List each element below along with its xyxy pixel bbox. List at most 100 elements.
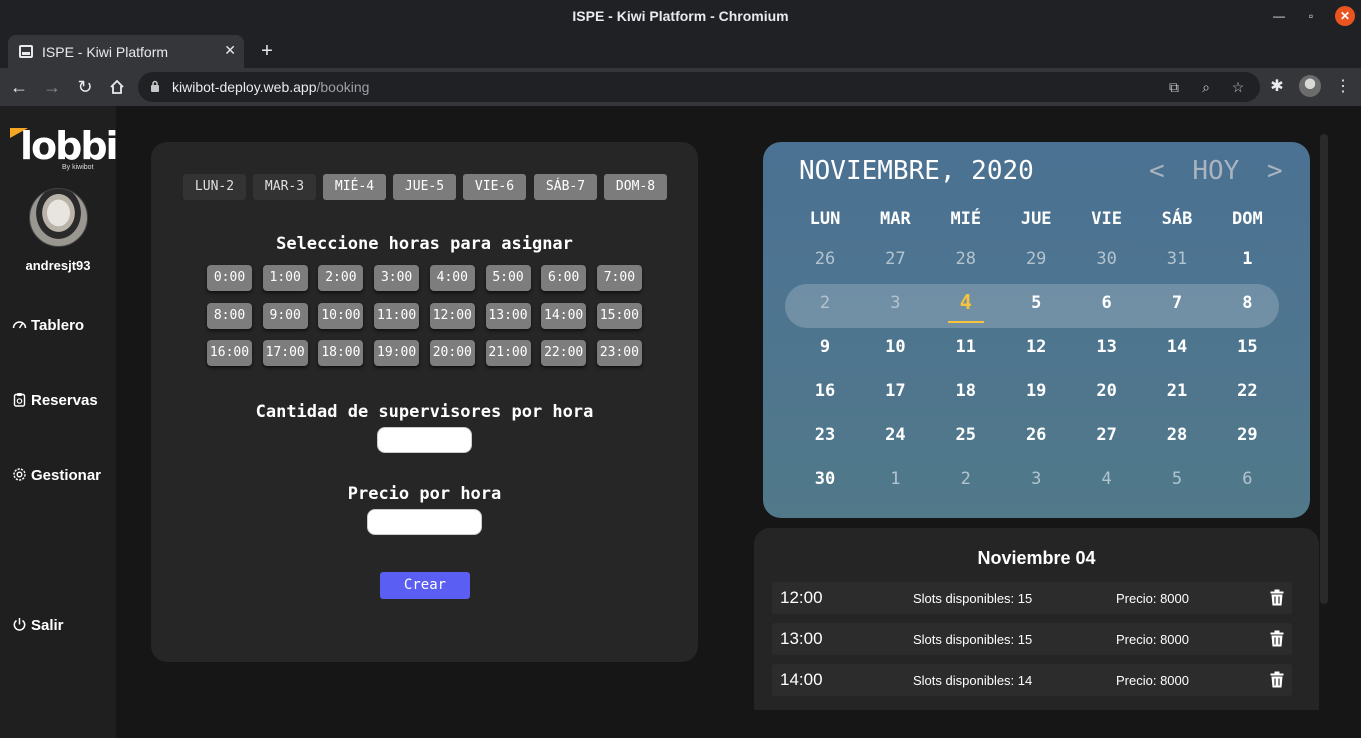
home-icon[interactable] [104,74,130,100]
calendar-day[interactable]: 20 [1077,381,1137,401]
browser-tab[interactable]: ISPE - Kiwi Platform ✕ [8,35,244,68]
calendar-day[interactable]: 29 [1217,425,1277,445]
translate-icon[interactable]: ⧉ [1164,77,1184,97]
calendar-day[interactable]: 3 [865,293,925,313]
day-pill-mie-4[interactable]: MIÉ-4 [323,174,386,200]
hour-button[interactable]: 14:00 [541,302,587,329]
day-pill-lun-2[interactable]: LUN-2 [183,174,246,200]
browser-profile-avatar[interactable] [1299,75,1321,97]
hour-button[interactable]: 12:00 [429,302,475,329]
calendar-day[interactable]: 14 [1147,337,1207,357]
calendar-today-button[interactable]: HOY [1192,156,1239,186]
calendar-day[interactable]: 31 [1147,249,1207,269]
tab-close-icon[interactable]: ✕ [224,42,236,59]
calendar-day[interactable]: 1 [865,469,925,489]
calendar-day[interactable]: 17 [865,381,925,401]
calendar-day[interactable]: 12 [1006,337,1066,357]
calendar-day[interactable]: 9 [795,337,855,357]
sidebar-item-gestionar[interactable]: Gestionar [12,467,101,484]
hour-button[interactable]: 4:00 [429,265,475,291]
trash-icon[interactable] [1270,589,1284,606]
create-button[interactable]: Crear [380,572,470,599]
back-icon[interactable]: ← [6,74,32,100]
hour-button[interactable]: 8:00 [207,302,252,329]
hour-button[interactable]: 22:00 [541,340,587,366]
calendar-day[interactable]: 7 [1147,293,1207,313]
calendar-day[interactable]: 5 [1006,293,1066,313]
extensions-icon[interactable]: ✱ [1266,76,1288,98]
new-tab-icon[interactable]: + [256,40,278,62]
sidebar-item-salir[interactable]: Salir [12,617,64,634]
day-pill-vie-6[interactable]: VIE-6 [463,174,526,200]
hour-button[interactable]: 10:00 [318,302,364,329]
minimize-icon[interactable]: — [1269,6,1289,26]
hour-button[interactable]: 21:00 [485,340,531,366]
calendar-day[interactable]: 28 [1147,425,1207,445]
hour-button[interactable]: 3:00 [374,265,420,291]
hour-button[interactable]: 16:00 [207,340,252,366]
calendar-day[interactable]: 15 [1217,337,1277,357]
maximize-icon[interactable]: ▫ [1301,6,1321,26]
hour-button[interactable]: 7:00 [596,265,642,291]
calendar-day[interactable]: 5 [1147,469,1207,489]
calendar-day[interactable]: 2 [795,293,855,313]
calendar-day[interactable]: 25 [936,425,996,445]
hour-button[interactable]: 5:00 [485,265,531,291]
day-pill-jue-5[interactable]: JUE-5 [393,174,456,200]
calendar-day-today[interactable]: 4 [936,290,996,314]
calendar-day[interactable]: 21 [1147,381,1207,401]
calendar-next-button[interactable]: > [1267,156,1283,186]
hour-button[interactable]: 18:00 [318,340,364,366]
calendar-day[interactable]: 2 [936,469,996,489]
day-pill-dom-8[interactable]: DOM-8 [604,174,667,200]
hour-button[interactable]: 6:00 [541,265,587,291]
hour-button[interactable]: 11:00 [374,302,420,329]
hour-button[interactable]: 13:00 [485,302,531,329]
calendar-day[interactable]: 28 [936,249,996,269]
sidebar-item-reservas[interactable]: Reservas [12,392,98,409]
calendar-day[interactable]: 13 [1077,337,1137,357]
calendar-day[interactable]: 29 [1006,249,1066,269]
calendar-day[interactable]: 22 [1217,381,1277,401]
supervisors-input[interactable] [377,427,472,453]
hour-button[interactable]: 17:00 [262,340,308,366]
calendar-day[interactable]: 3 [1006,469,1066,489]
calendar-day[interactable]: 16 [795,381,855,401]
hour-button[interactable]: 0:00 [207,265,252,291]
calendar-day[interactable]: 30 [795,469,855,489]
calendar-day[interactable]: 11 [936,337,996,357]
page-scrollbar[interactable] [1320,134,1328,604]
hour-button[interactable]: 23:00 [596,340,642,366]
calendar-day[interactable]: 24 [865,425,925,445]
sidebar-item-tablero[interactable]: Tablero [12,317,84,334]
browser-menu-icon[interactable]: ⋮ [1332,76,1354,98]
calendar-day[interactable]: 4 [1077,469,1137,489]
calendar-day[interactable]: 1 [1217,249,1277,269]
calendar-day[interactable]: 6 [1217,469,1277,489]
day-pill-sab-7[interactable]: SÁB-7 [534,174,597,200]
calendar-day[interactable]: 18 [936,381,996,401]
calendar-day[interactable]: 19 [1006,381,1066,401]
calendar-day[interactable]: 8 [1217,293,1277,313]
calendar-day[interactable]: 26 [795,249,855,269]
calendar-day[interactable]: 27 [865,249,925,269]
hour-button[interactable]: 1:00 [262,265,308,291]
hour-button[interactable]: 9:00 [262,302,308,329]
hour-button[interactable]: 2:00 [318,265,364,291]
address-bar[interactable]: kiwibot-deploy.web.app/booking ⧉ ⌕ ☆ [138,72,1260,102]
close-window-icon[interactable]: ✕ [1335,6,1355,26]
reload-icon[interactable]: ↻ [72,74,98,100]
calendar-day[interactable]: 26 [1006,425,1066,445]
trash-icon[interactable] [1270,671,1284,688]
calendar-day[interactable]: 27 [1077,425,1137,445]
bookmark-star-icon[interactable]: ☆ [1228,77,1248,97]
calendar-day[interactable]: 30 [1077,249,1137,269]
calendar-day[interactable]: 6 [1077,293,1137,313]
hour-button[interactable]: 20:00 [429,340,475,366]
calendar-day[interactable]: 23 [795,425,855,445]
day-pill-mar-3[interactable]: MAR-3 [253,174,316,200]
hour-button[interactable]: 19:00 [374,340,420,366]
zoom-icon[interactable]: ⌕ [1196,77,1216,97]
calendar-prev-button[interactable]: < [1149,156,1165,186]
price-input[interactable] [367,509,482,535]
